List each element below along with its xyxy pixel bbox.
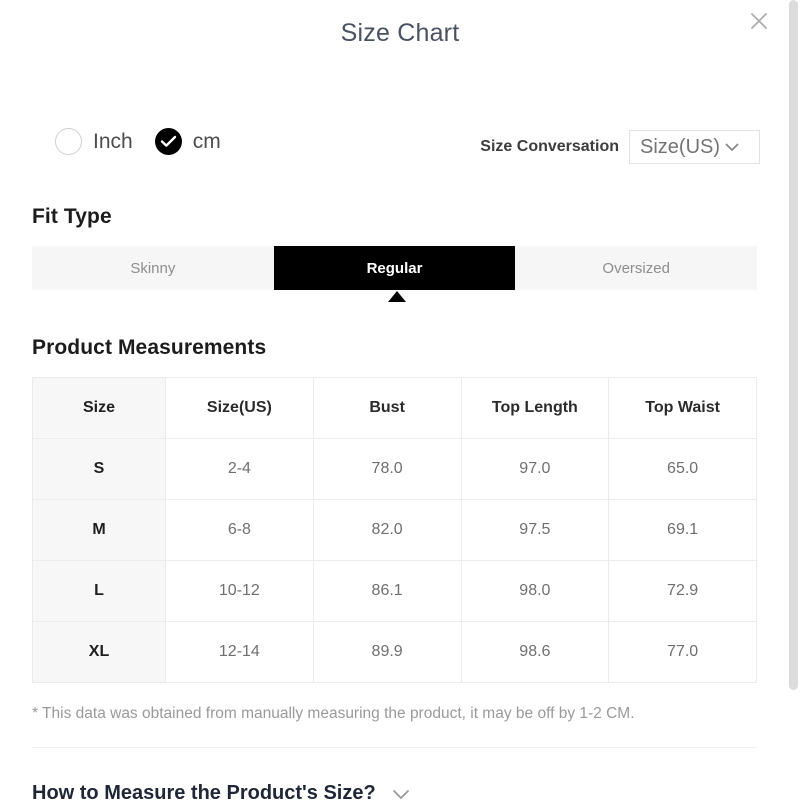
modal-header: Size Chart bbox=[0, 0, 800, 70]
cell-size-us: 2-4 bbox=[165, 438, 314, 500]
cell-size-us: 10-12 bbox=[165, 560, 314, 622]
cell-size: XL bbox=[32, 621, 166, 683]
scrollbar-thumb[interactable] bbox=[789, 0, 798, 690]
close-icon[interactable] bbox=[744, 6, 774, 36]
cell-top-waist: 77.0 bbox=[608, 621, 757, 683]
fit-type-segmented-control: Skinny Regular Oversized bbox=[32, 246, 757, 290]
product-measurements-heading: Product Measurements bbox=[32, 336, 267, 359]
measurements-table: Size Size(US) Bust Top Length Top Waist … bbox=[32, 377, 757, 683]
size-conversion-group: Size Conversation Size(US) bbox=[480, 130, 760, 164]
cell-bust: 86.1 bbox=[312, 560, 462, 622]
measurement-disclaimer: * This data was obtained from manually m… bbox=[32, 705, 635, 722]
size-chart-modal: Size Chart Inch cm Size Conversation Siz… bbox=[0, 0, 800, 800]
size-conversion-label: Size Conversation bbox=[480, 138, 619, 155]
cell-top-waist: 65.0 bbox=[608, 438, 757, 500]
column-header-bust: Bust bbox=[312, 377, 462, 439]
fit-segment-oversized[interactable]: Oversized bbox=[515, 246, 757, 290]
table-header-row: Size Size(US) Bust Top Length Top Waist bbox=[32, 377, 757, 439]
page-title: Size Chart bbox=[340, 19, 460, 47]
cell-size: M bbox=[32, 499, 166, 561]
cell-bust: 89.9 bbox=[312, 621, 462, 683]
cell-top-length: 98.6 bbox=[460, 621, 610, 683]
unit-radio-group: Inch cm bbox=[55, 128, 221, 155]
column-header-size: Size bbox=[32, 377, 166, 439]
how-to-measure-accordion[interactable]: How to Measure the Product's Size? bbox=[32, 782, 412, 800]
how-to-measure-title: How to Measure the Product's Size? bbox=[32, 782, 376, 800]
size-conversion-value: Size(US) bbox=[640, 135, 721, 158]
fit-selection-pointer-icon bbox=[388, 291, 406, 302]
unit-option-inch-label: Inch bbox=[93, 129, 133, 153]
radio-selected-check-icon[interactable] bbox=[154, 128, 182, 155]
column-header-size-us: Size(US) bbox=[165, 377, 314, 439]
fit-type-heading: Fit Type bbox=[32, 205, 112, 228]
cell-size-us: 6-8 bbox=[165, 499, 314, 561]
size-conversion-select[interactable]: Size(US) bbox=[629, 130, 760, 164]
unit-option-cm-label: cm bbox=[192, 129, 221, 153]
column-header-top-length: Top Length bbox=[460, 377, 610, 439]
column-header-top-waist: Top Waist bbox=[608, 377, 757, 439]
table-row: L 10-12 86.1 98.0 72.9 bbox=[32, 560, 757, 622]
unit-option-inch[interactable]: Inch bbox=[55, 128, 133, 155]
cell-size: L bbox=[32, 560, 166, 622]
table-row: S 2-4 78.0 97.0 65.0 bbox=[32, 438, 757, 500]
scrollbar-track[interactable] bbox=[787, 0, 800, 800]
cell-bust: 78.0 bbox=[312, 438, 462, 500]
cell-top-length: 97.5 bbox=[460, 499, 610, 561]
radio-unselected-icon[interactable] bbox=[55, 128, 82, 155]
cell-top-waist: 69.1 bbox=[608, 499, 757, 561]
cell-top-waist: 72.9 bbox=[608, 560, 757, 622]
unit-option-cm[interactable]: cm bbox=[154, 128, 221, 155]
cell-top-length: 98.0 bbox=[460, 560, 610, 622]
chevron-down-icon bbox=[390, 783, 412, 800]
table-row: XL 12-14 89.9 98.6 77.0 bbox=[32, 621, 757, 683]
table-row: M 6-8 82.0 97.5 69.1 bbox=[32, 499, 757, 561]
fit-segment-skinny[interactable]: Skinny bbox=[32, 246, 274, 290]
unit-and-conversion-row: Inch cm Size Conversation Size(US) bbox=[0, 128, 800, 174]
cell-size: S bbox=[32, 438, 166, 500]
cell-top-length: 97.0 bbox=[460, 438, 610, 500]
chevron-down-icon bbox=[723, 138, 741, 156]
cell-bust: 82.0 bbox=[312, 499, 462, 561]
fit-segment-regular[interactable]: Regular bbox=[273, 246, 516, 290]
section-divider bbox=[32, 747, 757, 748]
cell-size-us: 12-14 bbox=[165, 621, 314, 683]
